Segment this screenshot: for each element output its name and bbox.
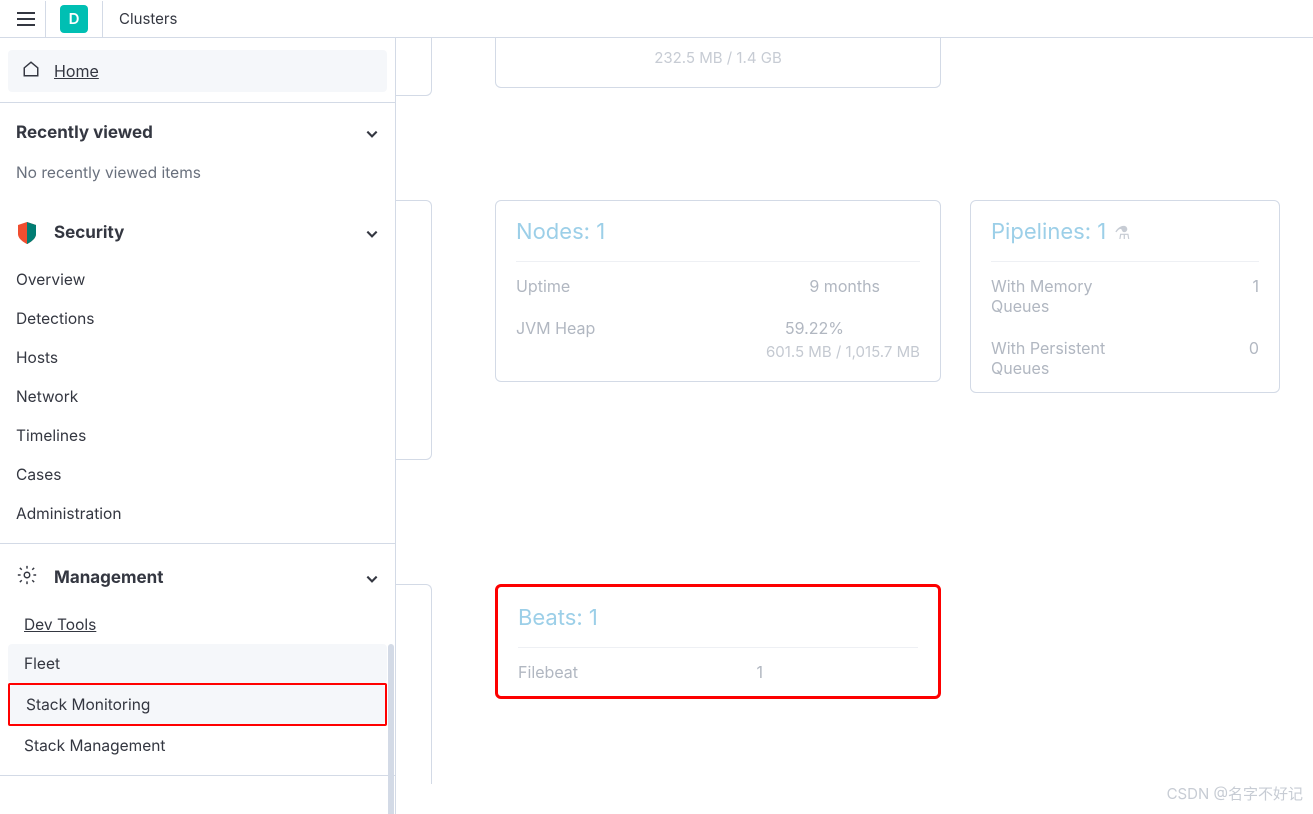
chevron-down-icon (365, 226, 379, 240)
sidebar-item-devtools[interactable]: Dev Tools (8, 605, 387, 644)
persist-queues-value: 0 (1249, 338, 1259, 378)
sidebar-item-overview[interactable]: Overview (0, 260, 395, 299)
beaker-icon: ⚗ (1114, 223, 1130, 244)
jvm-pct: 59.22% (785, 318, 920, 338)
mem-queues-label: With Memory Queues (991, 276, 1141, 316)
sidebar-item-stack-management[interactable]: Stack Management (8, 726, 387, 765)
management-title: Management (54, 568, 163, 588)
sidebar-item-timelines[interactable]: Timelines (0, 416, 395, 455)
card-fragment (396, 584, 432, 784)
memory-snippet: 232.5 MB / 1.4 GB (495, 38, 941, 88)
home-icon (22, 60, 40, 82)
card-fragment (396, 200, 432, 460)
filebeat-value: 1 (756, 662, 918, 682)
shield-icon (16, 220, 38, 246)
recently-viewed-title: Recently viewed (16, 123, 153, 143)
sidebar: Home Recently viewed No recently viewed … (0, 38, 396, 814)
uptime-label: Uptime (516, 276, 570, 296)
sidebar-item-detections[interactable]: Detections (0, 299, 395, 338)
sidebar-item-stack-monitoring[interactable]: Stack Monitoring (10, 685, 385, 724)
pipelines-title[interactable]: Pipelines: 1⚗ (991, 219, 1259, 262)
jvm-detail: 601.5 MB / 1,015.7 MB (766, 342, 920, 361)
sidebar-item-stack-monitoring-wrapper: Stack Monitoring (8, 683, 387, 726)
sidebar-item-hosts[interactable]: Hosts (0, 338, 395, 377)
beats-title[interactable]: Beats: 1 (518, 605, 918, 648)
card-fragment (396, 38, 432, 96)
nodes-title[interactable]: Nodes: 1 (516, 219, 920, 262)
persist-queues-label: With Persistent Queues (991, 338, 1151, 378)
breadcrumb[interactable]: Clusters (102, 1, 177, 37)
watermark: CSDN @名字不好记 (1167, 783, 1303, 804)
beats-card: Beats: 1 Filebeat 1 (495, 584, 941, 699)
hamburger-icon (17, 12, 35, 26)
filebeat-label: Filebeat (518, 662, 578, 682)
sidebar-item-administration[interactable]: Administration (0, 494, 395, 533)
section-recently-viewed[interactable]: Recently viewed (0, 103, 395, 157)
sidebar-item-network[interactable]: Network (0, 377, 395, 416)
menu-toggle-button[interactable] (6, 1, 46, 37)
chevron-down-icon (365, 571, 379, 585)
chevron-down-icon (365, 126, 379, 140)
sidebar-item-cases[interactable]: Cases (0, 455, 395, 494)
pipelines-card: Pipelines: 1⚗ With Memory Queues 1 With … (970, 200, 1280, 393)
mem-queues-value: 1 (1252, 276, 1259, 316)
sidebar-home[interactable]: Home (8, 50, 387, 92)
uptime-value: 9 months (809, 276, 920, 296)
recently-viewed-empty: No recently viewed items (0, 157, 395, 200)
section-management[interactable]: Management (0, 544, 395, 605)
topbar: D Clusters (0, 0, 1313, 38)
app-badge[interactable]: D (60, 5, 88, 33)
sidebar-item-fleet[interactable]: Fleet (8, 644, 387, 683)
jvm-label: JVM Heap (516, 318, 595, 338)
sidebar-home-label: Home (54, 61, 99, 81)
nodes-card: Nodes: 1 Uptime 9 months JVM Heap 59.22%… (495, 200, 941, 382)
gear-icon (16, 564, 38, 591)
section-security[interactable]: Security (0, 200, 395, 260)
security-title: Security (54, 223, 124, 243)
